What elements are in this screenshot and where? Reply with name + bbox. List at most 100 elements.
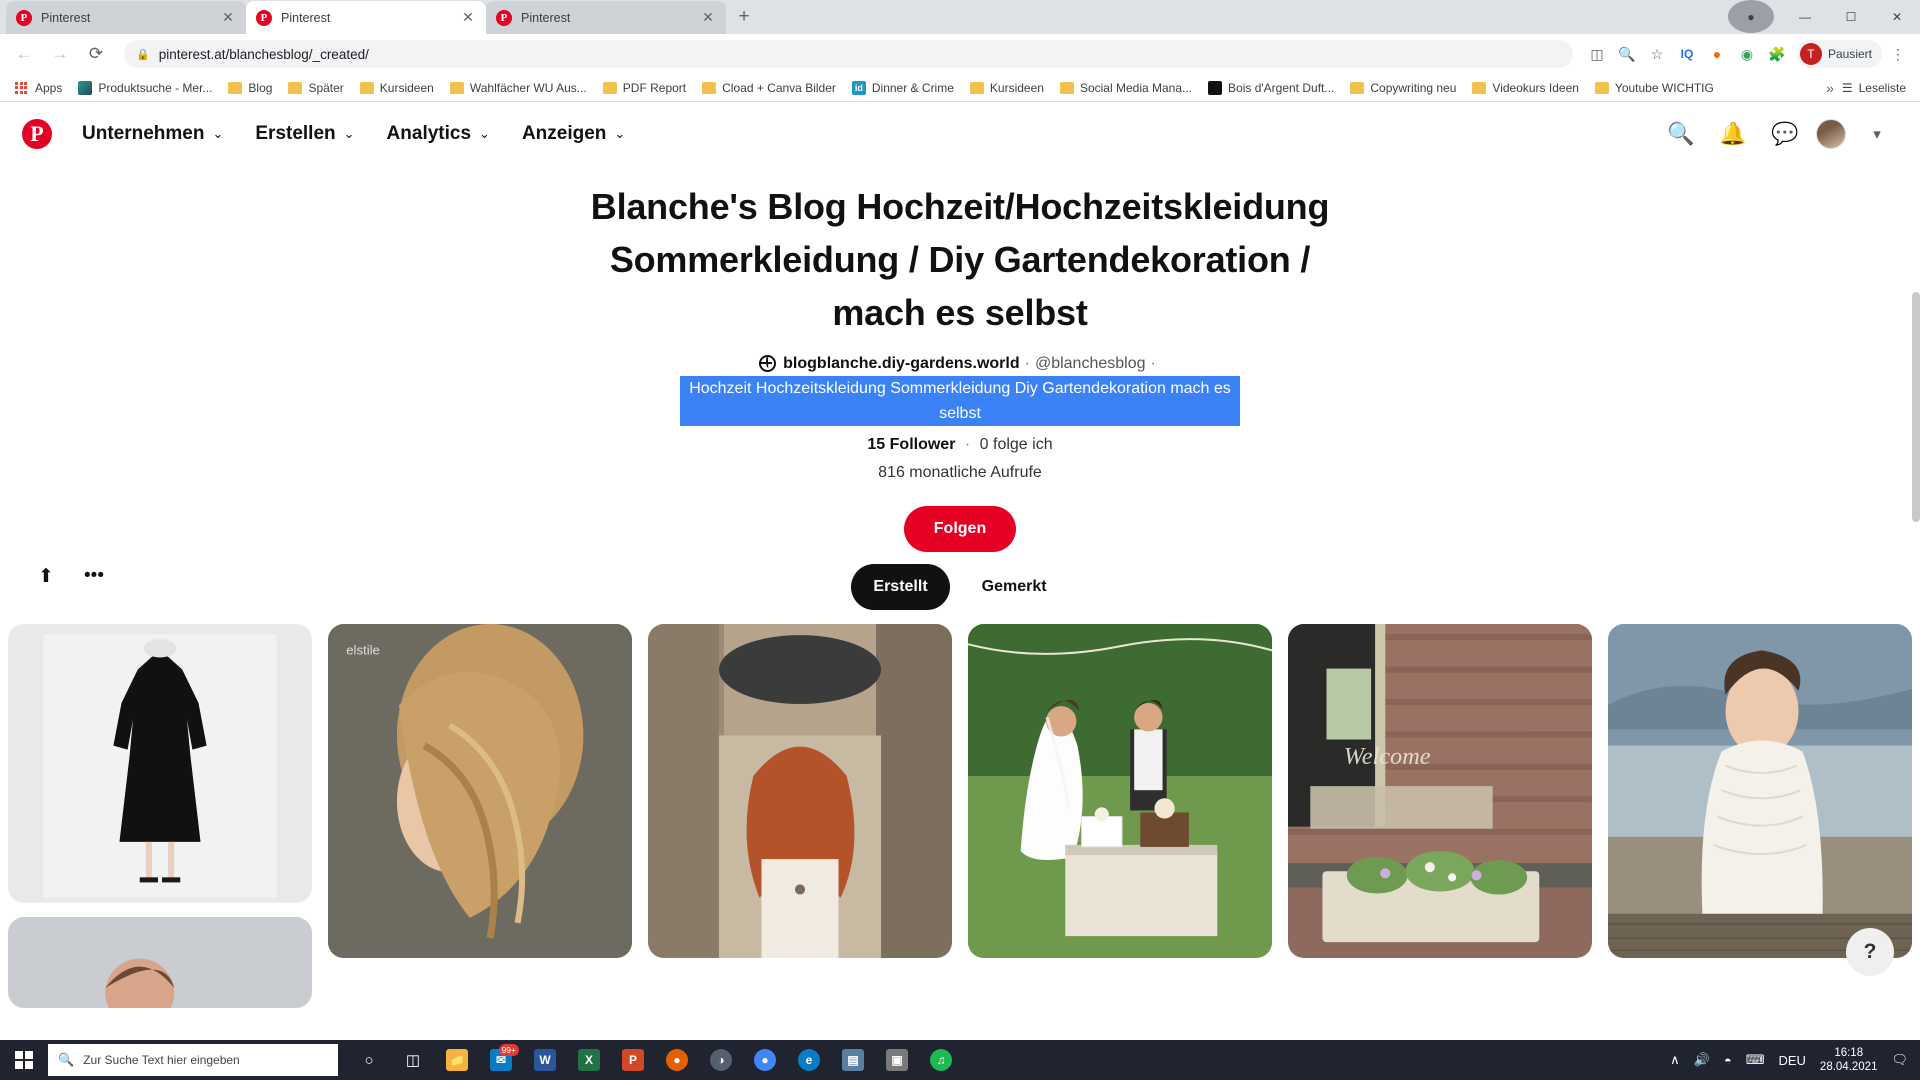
close-icon[interactable]: ✕ — [460, 9, 476, 26]
bookmark-item[interactable]: PDF Report — [596, 78, 693, 98]
pinterest-favicon-icon: P — [16, 9, 32, 26]
bookmark-item[interactable]: Videokurs Ideen — [1465, 78, 1586, 98]
chrome-icon[interactable]: ● — [744, 1040, 786, 1080]
bookmark-item[interactable]: Youtube WICHTIG — [1588, 78, 1721, 98]
chat-icon[interactable]: 💬 — [1764, 113, 1806, 155]
search-icon[interactable]: 🔍 — [1660, 113, 1702, 155]
zoom-icon[interactable]: 🔍 — [1613, 40, 1641, 68]
minimize-button[interactable]: — — [1782, 0, 1828, 33]
language-indicator[interactable]: DEU — [1778, 1053, 1805, 1068]
globe-icon[interactable]: ◉ — [1733, 40, 1761, 68]
bookmark-item[interactable]: Wahlfächer WU Aus... — [443, 78, 594, 98]
shield-icon[interactable]: ● — [1703, 40, 1731, 68]
reading-list-button[interactable]: ☰ Leseliste — [1842, 81, 1912, 95]
forward-icon[interactable]: → — [44, 38, 76, 70]
close-icon[interactable]: ✕ — [220, 9, 236, 26]
red-hair-girl-pin[interactable] — [648, 624, 952, 959]
mail-icon[interactable]: ✉ 99+ — [480, 1040, 522, 1080]
nav-label: Analytics — [386, 123, 472, 144]
extension-badge-icon[interactable]: ● — [1728, 0, 1774, 33]
nav-erstellen[interactable]: Erstellen ⌄ — [239, 115, 370, 153]
pinterest-logo-icon[interactable]: P — [22, 119, 52, 149]
edge-icon[interactable]: e — [788, 1040, 830, 1080]
avatar[interactable] — [1816, 119, 1846, 149]
taskbar-search[interactable]: 🔍 Zur Suche Text hier eingeben — [48, 1044, 338, 1076]
more-options-icon[interactable]: ••• — [76, 558, 112, 594]
bottom-left-pin[interactable] — [8, 916, 312, 1008]
page-scrollbar[interactable] — [1912, 192, 1920, 1022]
tray-chevron-icon[interactable]: ∧ — [1670, 1052, 1680, 1068]
nav-analytics[interactable]: Analytics ⌄ — [371, 115, 506, 153]
bookmark-item[interactable]: Später — [281, 78, 350, 98]
start-button[interactable] — [0, 1040, 48, 1080]
excel-icon[interactable]: X — [568, 1040, 610, 1080]
word-icon[interactable]: W — [524, 1040, 566, 1080]
bookmark-item[interactable]: Kursideen — [353, 78, 441, 98]
keyboard-icon[interactable]: ⌨ — [1746, 1052, 1765, 1068]
volume-icon[interactable]: 🔊 — [1694, 1052, 1710, 1068]
welcome-sign-pin[interactable]: Welcome — [1288, 624, 1592, 959]
profile-button[interactable]: T Pausiert — [1796, 40, 1882, 68]
follow-button[interactable]: Folgen — [903, 506, 1017, 552]
close-icon[interactable]: ✕ — [700, 9, 716, 26]
pinterest-favicon-icon: P — [496, 9, 512, 26]
photos-icon[interactable]: ▣ — [876, 1040, 918, 1080]
notification-icon[interactable]: 🗨 — [1891, 1052, 1908, 1068]
id-favicon-icon: id — [851, 80, 866, 95]
iq-icon[interactable]: IQ — [1673, 40, 1701, 68]
pin-image: Welcome — [1288, 624, 1592, 959]
chrome-menu-icon[interactable]: ⋮ — [1884, 40, 1912, 68]
back-icon[interactable]: ← — [8, 38, 40, 70]
cast-icon[interactable]: ◫ — [1583, 40, 1611, 68]
bookmark-label: Videokurs Ideen — [1492, 80, 1579, 95]
lace-dress-bride-pin[interactable] — [1608, 624, 1912, 959]
clock[interactable]: 16:18 28.04.2021 — [1820, 1046, 1878, 1074]
cortana-icon[interactable]: ○ — [348, 1040, 390, 1080]
maximize-button[interactable]: ☐ — [1828, 0, 1874, 33]
bookmarks-overflow-icon[interactable]: » — [1818, 80, 1842, 96]
spotify-icon[interactable]: ♫ — [920, 1040, 962, 1080]
task-view-icon[interactable]: ◫ — [392, 1040, 434, 1080]
wifi-icon[interactable]: ◓ — [1724, 1053, 1732, 1068]
calculator-icon[interactable]: ▤ — [832, 1040, 874, 1080]
black-dress-pin[interactable] — [8, 624, 312, 903]
firefox-icon[interactable]: ● — [656, 1040, 698, 1080]
reload-icon[interactable]: ⟳ — [80, 38, 112, 70]
bookmark-item[interactable]: Copywriting neu — [1343, 78, 1463, 98]
tab-title: Pinterest — [521, 10, 571, 25]
bookmark-item[interactable]: Blog — [221, 78, 279, 98]
bookmark-item[interactable]: Kursideen — [963, 78, 1051, 98]
bookmark-apps[interactable]: Apps — [8, 78, 69, 98]
help-button[interactable]: ? — [1846, 928, 1894, 976]
bookmark-item[interactable]: Bois d'Argent Duft... — [1201, 78, 1341, 98]
bookmark-item[interactable]: Cload + Canva Bilder — [695, 78, 843, 98]
nav-anzeigen[interactable]: Anzeigen ⌄ — [506, 115, 641, 153]
chevron-down-icon[interactable]: ▾ — [1856, 113, 1898, 155]
share-icon[interactable]: ⬆ — [28, 558, 64, 594]
bookmark-item[interactable]: Social Media Mana... — [1053, 78, 1199, 98]
browser-tab-active[interactable]: P Pinterest ✕ — [246, 1, 486, 34]
website-link[interactable]: blogblanche.diy-gardens.world — [783, 351, 1019, 376]
nav-unternehmen[interactable]: Unternehmen ⌄ — [66, 115, 239, 153]
puzzle-icon[interactable]: 🧩 — [1763, 40, 1791, 68]
address-bar[interactable]: 🔒 pinterest.at/blanchesblog/_created/ — [124, 40, 1573, 68]
scrollbar-thumb[interactable] — [1912, 292, 1920, 522]
bell-icon[interactable]: 🔔 — [1712, 113, 1754, 155]
braided-hair-pin[interactable]: elstile — [328, 624, 632, 959]
file-explorer-icon[interactable]: 📁 — [436, 1040, 478, 1080]
pin-watermark: elstile — [346, 642, 380, 657]
lock-icon: 🔒 — [136, 48, 150, 61]
star-icon[interactable]: ☆ — [1643, 40, 1671, 68]
wedding-buffet-pin[interactable] — [968, 624, 1272, 959]
powerpoint-icon[interactable]: P — [612, 1040, 654, 1080]
browser-icon[interactable]: ◑ — [700, 1040, 742, 1080]
browser-tab[interactable]: P Pinterest ✕ — [486, 1, 726, 34]
bookmarks-bar: Apps Produktsuche - Mer... Blog Später K… — [0, 74, 1920, 102]
bookmark-label: Bois d'Argent Duft... — [1228, 80, 1335, 95]
pin-image — [8, 916, 312, 1008]
new-tab-button[interactable]: + — [730, 4, 758, 32]
bookmark-item[interactable]: id Dinner & Crime — [845, 78, 961, 98]
bookmark-item[interactable]: Produktsuche - Mer... — [71, 78, 219, 98]
close-window-button[interactable]: ✕ — [1874, 0, 1920, 33]
browser-tab[interactable]: P Pinterest ✕ — [6, 1, 246, 34]
